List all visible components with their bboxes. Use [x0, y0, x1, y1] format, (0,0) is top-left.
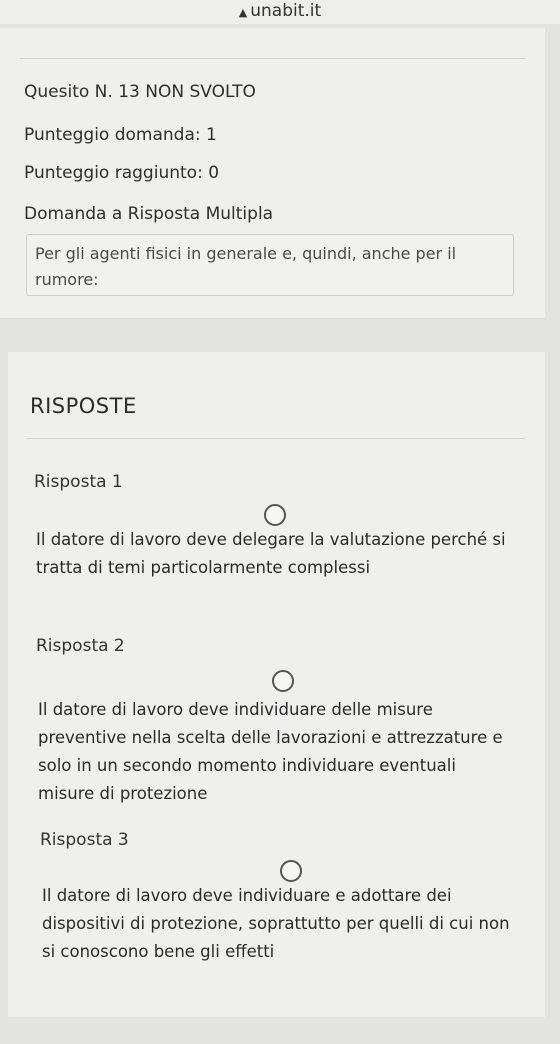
answer-text-1: Il datore di lavoro deve delegare la val…	[36, 530, 506, 577]
question-card: Quesito N. 13 NON SVOLTO Punteggio doman…	[0, 28, 545, 319]
question-score: Punteggio raggiunto: 0	[24, 163, 220, 183]
answer-radio-2[interactable]	[272, 670, 294, 692]
answers-title: RISPOSTE	[30, 394, 137, 418]
question-type: Domanda a Risposta Multipla	[24, 204, 274, 224]
address-bar[interactable]: ▲ unabit.it	[0, 0, 560, 24]
lock-icon: ▲	[238, 6, 248, 19]
answer-label-3: Risposta 3	[40, 830, 129, 850]
answer-label-2: Risposta 2	[36, 636, 125, 656]
divider	[26, 438, 525, 439]
answer-label-1: Risposta 1	[34, 472, 123, 492]
question-text: Per gli agenti fisici in generale e, qui…	[26, 234, 514, 296]
answer-radio-1[interactable]	[264, 504, 286, 526]
answer-radio-3[interactable]	[280, 860, 302, 882]
url-text: unabit.it	[250, 1, 322, 21]
divider	[20, 58, 525, 59]
answer-text-2: Il datore di lavoro deve individuare del…	[38, 700, 503, 803]
question-points: Punteggio domanda: 1	[24, 125, 217, 145]
answers-card: RISPOSTE Risposta 1 Il datore di lavoro …	[8, 352, 545, 1017]
question-header: Quesito N. 13 NON SVOLTO	[24, 82, 256, 102]
answer-text-3: Il datore di lavoro deve individuare e a…	[42, 886, 510, 961]
